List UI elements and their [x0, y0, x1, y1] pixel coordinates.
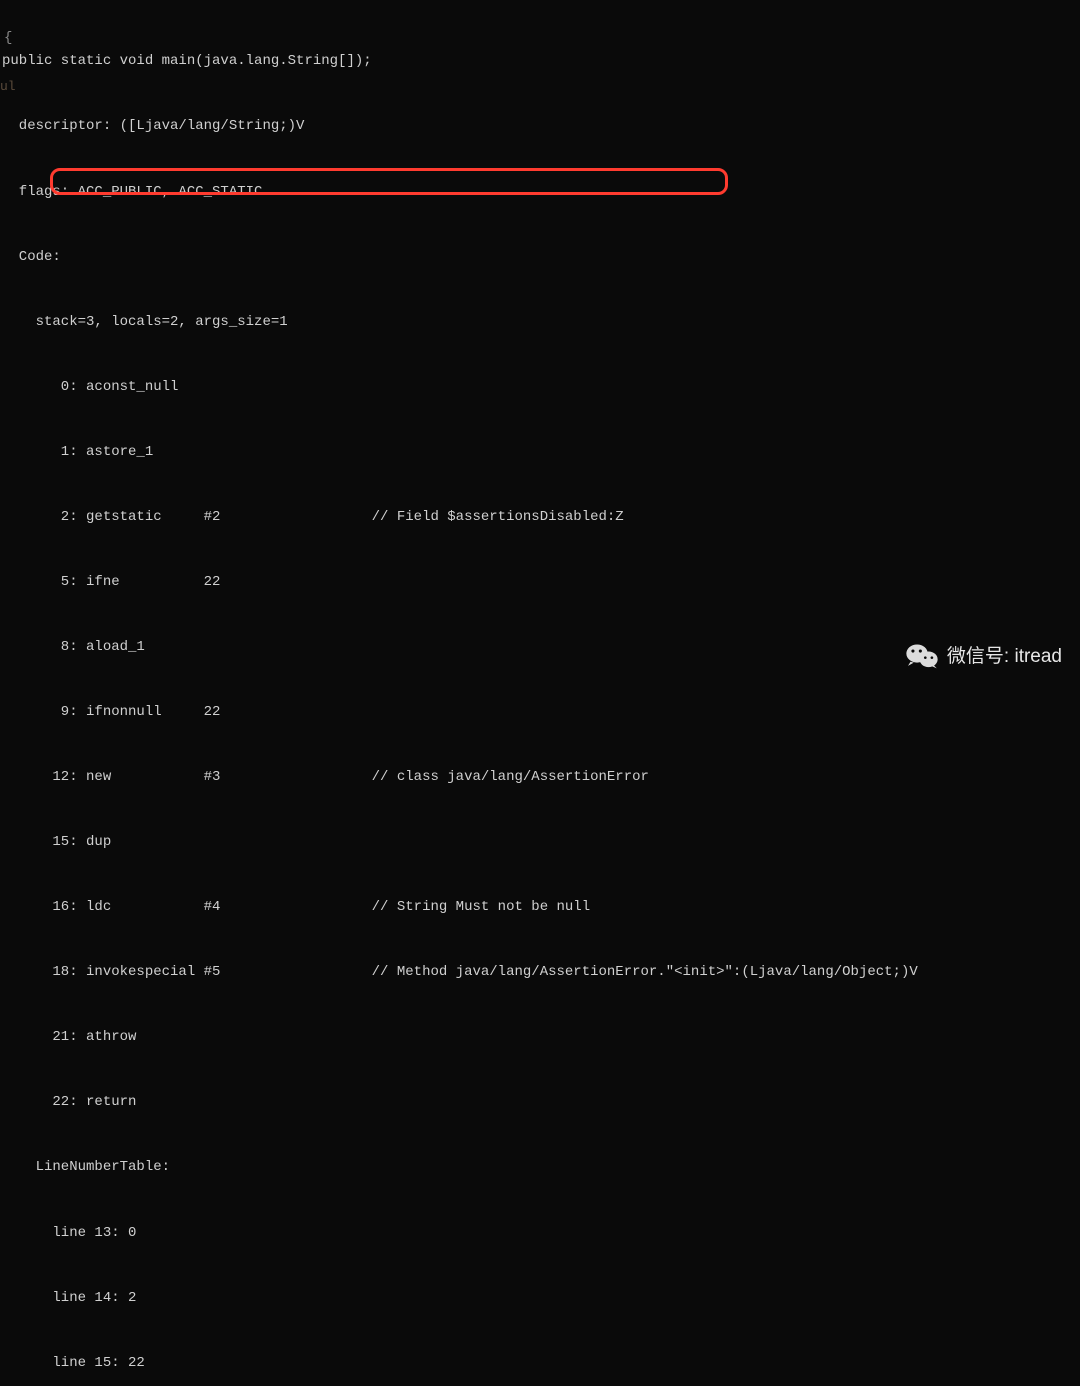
code-line: descriptor: ([Ljava/lang/String;)V: [0, 116, 1080, 138]
code-text: public static void main(java.lang.String…: [2, 51, 372, 73]
code-text: 0: aconst_null: [2, 377, 178, 399]
code-line: 9: ifnonnull 22: [0, 702, 1080, 724]
code-text: 18: invokespecial #5 // Method java/lang…: [2, 962, 918, 984]
code-line: 15: dup: [0, 832, 1080, 854]
gutter-brace: {: [4, 28, 12, 50]
code-line: stack=3, locals=2, args_size=1: [0, 312, 1080, 334]
code-text: 16: ldc #4 // String Must not be null: [2, 897, 590, 919]
bytecode-listing: public static void main(java.lang.String…: [0, 0, 1080, 1386]
code-text: line 13: 0: [2, 1223, 136, 1245]
code-line-highlighted: 2: getstatic #2 // Field $assertionsDisa…: [0, 507, 1080, 529]
code-line: 1: astore_1: [0, 442, 1080, 464]
code-line: 22: return: [0, 1092, 1080, 1114]
code-line: line 14: 2: [0, 1288, 1080, 1310]
code-line: LineNumberTable:: [0, 1157, 1080, 1179]
code-line: flags: ACC_PUBLIC, ACC_STATIC: [0, 182, 1080, 204]
code-text: Code:: [2, 247, 61, 269]
code-line: line 15: 22: [0, 1353, 1080, 1375]
code-text: 15: dup: [2, 832, 111, 854]
code-line: line 13: 0: [0, 1223, 1080, 1245]
code-text: LineNumberTable:: [2, 1157, 170, 1179]
code-text: 8: aload_1: [2, 637, 145, 659]
code-line: 16: ldc #4 // String Must not be null: [0, 897, 1080, 919]
watermark-value: itread: [1014, 646, 1062, 667]
code-text: line 15: 22: [2, 1353, 145, 1375]
wechat-icon: [905, 642, 939, 670]
code-text: flags: ACC_PUBLIC, ACC_STATIC: [2, 182, 262, 204]
gutter-ul: ul: [0, 77, 16, 97]
watermark: 微信号: itread: [905, 642, 1062, 671]
code-text: stack=3, locals=2, args_size=1: [2, 312, 288, 334]
watermark-prefix: 微信号:: [947, 646, 1009, 667]
code-text: descriptor: ([Ljava/lang/String;)V: [2, 116, 304, 138]
code-line: public static void main(java.lang.String…: [0, 51, 1080, 73]
code-line: 18: invokespecial #5 // Method java/lang…: [0, 962, 1080, 984]
code-text: 12: new #3 // class java/lang/AssertionE…: [2, 767, 649, 789]
code-line: 21: athrow: [0, 1027, 1080, 1049]
code-text: 21: athrow: [2, 1027, 136, 1049]
code-line: 0: aconst_null: [0, 377, 1080, 399]
code-text: line 14: 2: [2, 1288, 136, 1310]
watermark-label: 微信号: itread: [947, 642, 1062, 671]
code-line: Code:: [0, 247, 1080, 269]
code-line: 5: ifne 22: [0, 572, 1080, 594]
code-text: 2: getstatic #2 // Field $assertionsDisa…: [2, 507, 624, 529]
code-text: 22: return: [2, 1092, 136, 1114]
code-line: 12: new #3 // class java/lang/AssertionE…: [0, 767, 1080, 789]
code-text: 1: astore_1: [2, 442, 153, 464]
code-text: 5: ifne 22: [2, 572, 220, 594]
code-text: 9: ifnonnull 22: [2, 702, 220, 724]
